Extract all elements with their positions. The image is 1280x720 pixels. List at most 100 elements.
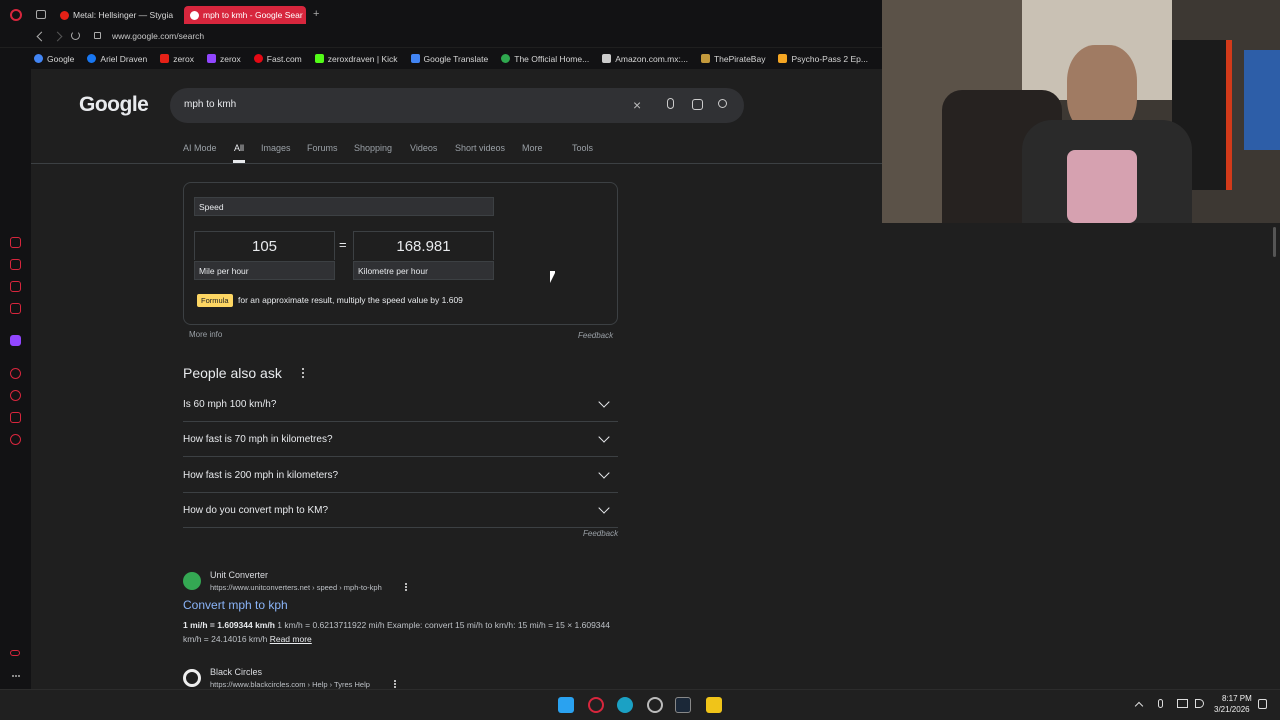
bookmark-icon <box>778 54 788 63</box>
chevron-down-icon <box>598 431 610 443</box>
bookmark-zerox-youtube[interactable]: zerox <box>160 54 194 64</box>
tab-images[interactable]: Images <box>261 143 291 153</box>
clock-date[interactable]: 3/21/2026 <box>1214 705 1250 714</box>
kick-icon <box>314 54 324 63</box>
settings-gear-icon[interactable] <box>10 434 21 445</box>
from-unit-select[interactable]: Mile per hour <box>194 261 335 280</box>
chrome-taskbar-icon[interactable] <box>647 697 663 713</box>
player-icon[interactable] <box>10 368 21 379</box>
paa-question[interactable]: How do you convert mph to KM? <box>183 493 618 528</box>
paa-question[interactable]: How fast is 200 mph in kilometers? <box>183 458 618 493</box>
edge-taskbar-icon[interactable] <box>617 697 633 713</box>
tab-videos[interactable]: Videos <box>410 143 437 153</box>
tab-short-videos[interactable]: Short videos <box>455 143 505 153</box>
youtube-icon <box>160 54 170 63</box>
tab-overview-icon[interactable] <box>36 10 46 19</box>
search-input[interactable]: mph to kmh <box>184 99 236 110</box>
bookmark-kick[interactable]: zeroxdraven | Kick <box>314 54 398 64</box>
forward-icon[interactable] <box>52 31 63 42</box>
clear-icon[interactable]: × <box>633 98 641 112</box>
tab-google-search[interactable]: mph to kmh - Google Sear <box>184 6 306 24</box>
scrollbar-thumb[interactable] <box>1273 227 1276 257</box>
bookmark-psycho-pass[interactable]: Psycho-Pass 2 Ep... <box>778 54 868 64</box>
opera-logo-icon[interactable] <box>10 9 22 21</box>
clock-time[interactable]: 8:17 PM <box>1222 694 1252 703</box>
result-menu-icon[interactable] <box>394 680 396 688</box>
paa-question[interactable]: How fast is 70 mph in kilometres? <box>183 422 618 457</box>
result-site-name: Unit Converter <box>210 570 269 580</box>
twitch-icon[interactable] <box>10 335 21 346</box>
bookmark-zerox-twitch[interactable]: zerox <box>207 54 241 64</box>
tab-tools[interactable]: Tools <box>572 143 593 153</box>
tab-more[interactable]: More <box>522 143 543 153</box>
translate-icon <box>410 54 420 63</box>
from-value-input[interactable]: 105 <box>194 231 335 260</box>
chevron-down-icon <box>598 396 610 408</box>
amazon-icon <box>602 54 612 63</box>
result-snippet: 1 mi/h = 1.609344 km/h 1 km/h = 0.621371… <box>183 618 618 646</box>
lens-icon[interactable] <box>692 99 703 110</box>
formula-text: for an approximate result, multiply the … <box>238 295 463 305</box>
steam-taskbar-icon[interactable] <box>675 697 691 713</box>
to-unit-select[interactable]: Kilometre per hour <box>353 261 494 280</box>
history-icon[interactable] <box>10 390 21 401</box>
more-info-link[interactable]: More info <box>189 330 222 339</box>
search-box[interactable] <box>170 88 744 123</box>
tab-all[interactable]: All <box>234 143 244 153</box>
tab-metal-hellsinger[interactable]: Metal: Hellsinger — Stygia <box>54 6 182 24</box>
paa-feedback-link[interactable]: Feedback <box>583 529 618 538</box>
tab-title: mph to kmh - Google Sear <box>203 10 303 20</box>
aria-icon[interactable] <box>10 237 21 248</box>
site-favicon-icon <box>183 572 201 590</box>
feedback-link[interactable]: Feedback <box>578 331 613 340</box>
chevron-down-icon <box>598 467 610 479</box>
opera-gx-taskbar-icon[interactable] <box>588 697 604 713</box>
read-more-link[interactable]: Read more <box>270 634 312 644</box>
reload-icon[interactable] <box>71 31 80 40</box>
paa-question[interactable]: Is 60 mph 100 km/h? <box>183 387 618 422</box>
volume-tray-icon[interactable] <box>1195 699 1204 708</box>
mail-icon[interactable] <box>10 303 21 314</box>
equals-sign: = <box>339 237 347 252</box>
microphone-icon[interactable] <box>667 98 674 109</box>
search-icon[interactable] <box>718 99 727 108</box>
to-value-input[interactable]: 168.981 <box>353 231 494 260</box>
pinboard-icon[interactable] <box>10 412 21 423</box>
google-logo[interactable]: Google <box>79 93 149 117</box>
network-tray-icon[interactable] <box>1177 699 1188 708</box>
microphone-tray-icon[interactable] <box>1158 699 1163 708</box>
bookmark-official-home[interactable]: The Official Home... <box>501 54 589 64</box>
facebook-icon <box>87 54 97 63</box>
tab-ai-mode[interactable]: AI Mode <box>183 143 217 153</box>
back-icon[interactable] <box>36 31 47 42</box>
webcam-overlay <box>882 0 1280 223</box>
result-url[interactable]: https://www.unitconverters.net › speed ›… <box>210 583 382 592</box>
bookmark-google-translate[interactable]: Google Translate <box>410 54 488 64</box>
more-icon[interactable] <box>12 675 20 677</box>
result-menu-icon[interactable] <box>405 583 407 591</box>
bookmark-thepiratebay[interactable]: ThePirateBay <box>700 54 765 64</box>
result-url[interactable]: https://www.blackcircles.com › Help › Ty… <box>210 680 370 689</box>
category-select[interactable]: Speed <box>194 197 494 216</box>
shirt-print <box>1067 150 1137 223</box>
gx-icon[interactable] <box>10 650 20 656</box>
paa-title: People also ask <box>183 365 282 381</box>
windows-start-icon[interactable] <box>558 697 574 713</box>
app-taskbar-icon[interactable] <box>706 697 722 713</box>
tab-forums[interactable]: Forums <box>307 143 338 153</box>
messenger-icon[interactable] <box>10 281 21 292</box>
extension-icon[interactable] <box>10 259 21 270</box>
tab-shopping[interactable]: Shopping <box>354 143 392 153</box>
ship-icon <box>700 54 710 63</box>
address-bar[interactable]: www.google.com/search <box>112 31 204 41</box>
bookmark-amazon[interactable]: Amazon.com.mx:... <box>602 54 688 64</box>
bookmark-fast-com[interactable]: Fast.com <box>253 54 302 64</box>
result-title-link[interactable]: Convert mph to kph <box>183 598 288 612</box>
chevron-down-icon <box>598 502 610 514</box>
new-tab-button[interactable]: + <box>313 8 319 20</box>
tab-bar: Metal: Hellsinger — Stygia mph to kmh - … <box>0 0 882 30</box>
notification-icon[interactable] <box>1258 699 1267 709</box>
more-options-icon[interactable] <box>302 368 304 378</box>
bookmark-google[interactable]: Google <box>34 54 74 64</box>
bookmark-ariel-draven[interactable]: Ariel Draven <box>87 54 147 64</box>
